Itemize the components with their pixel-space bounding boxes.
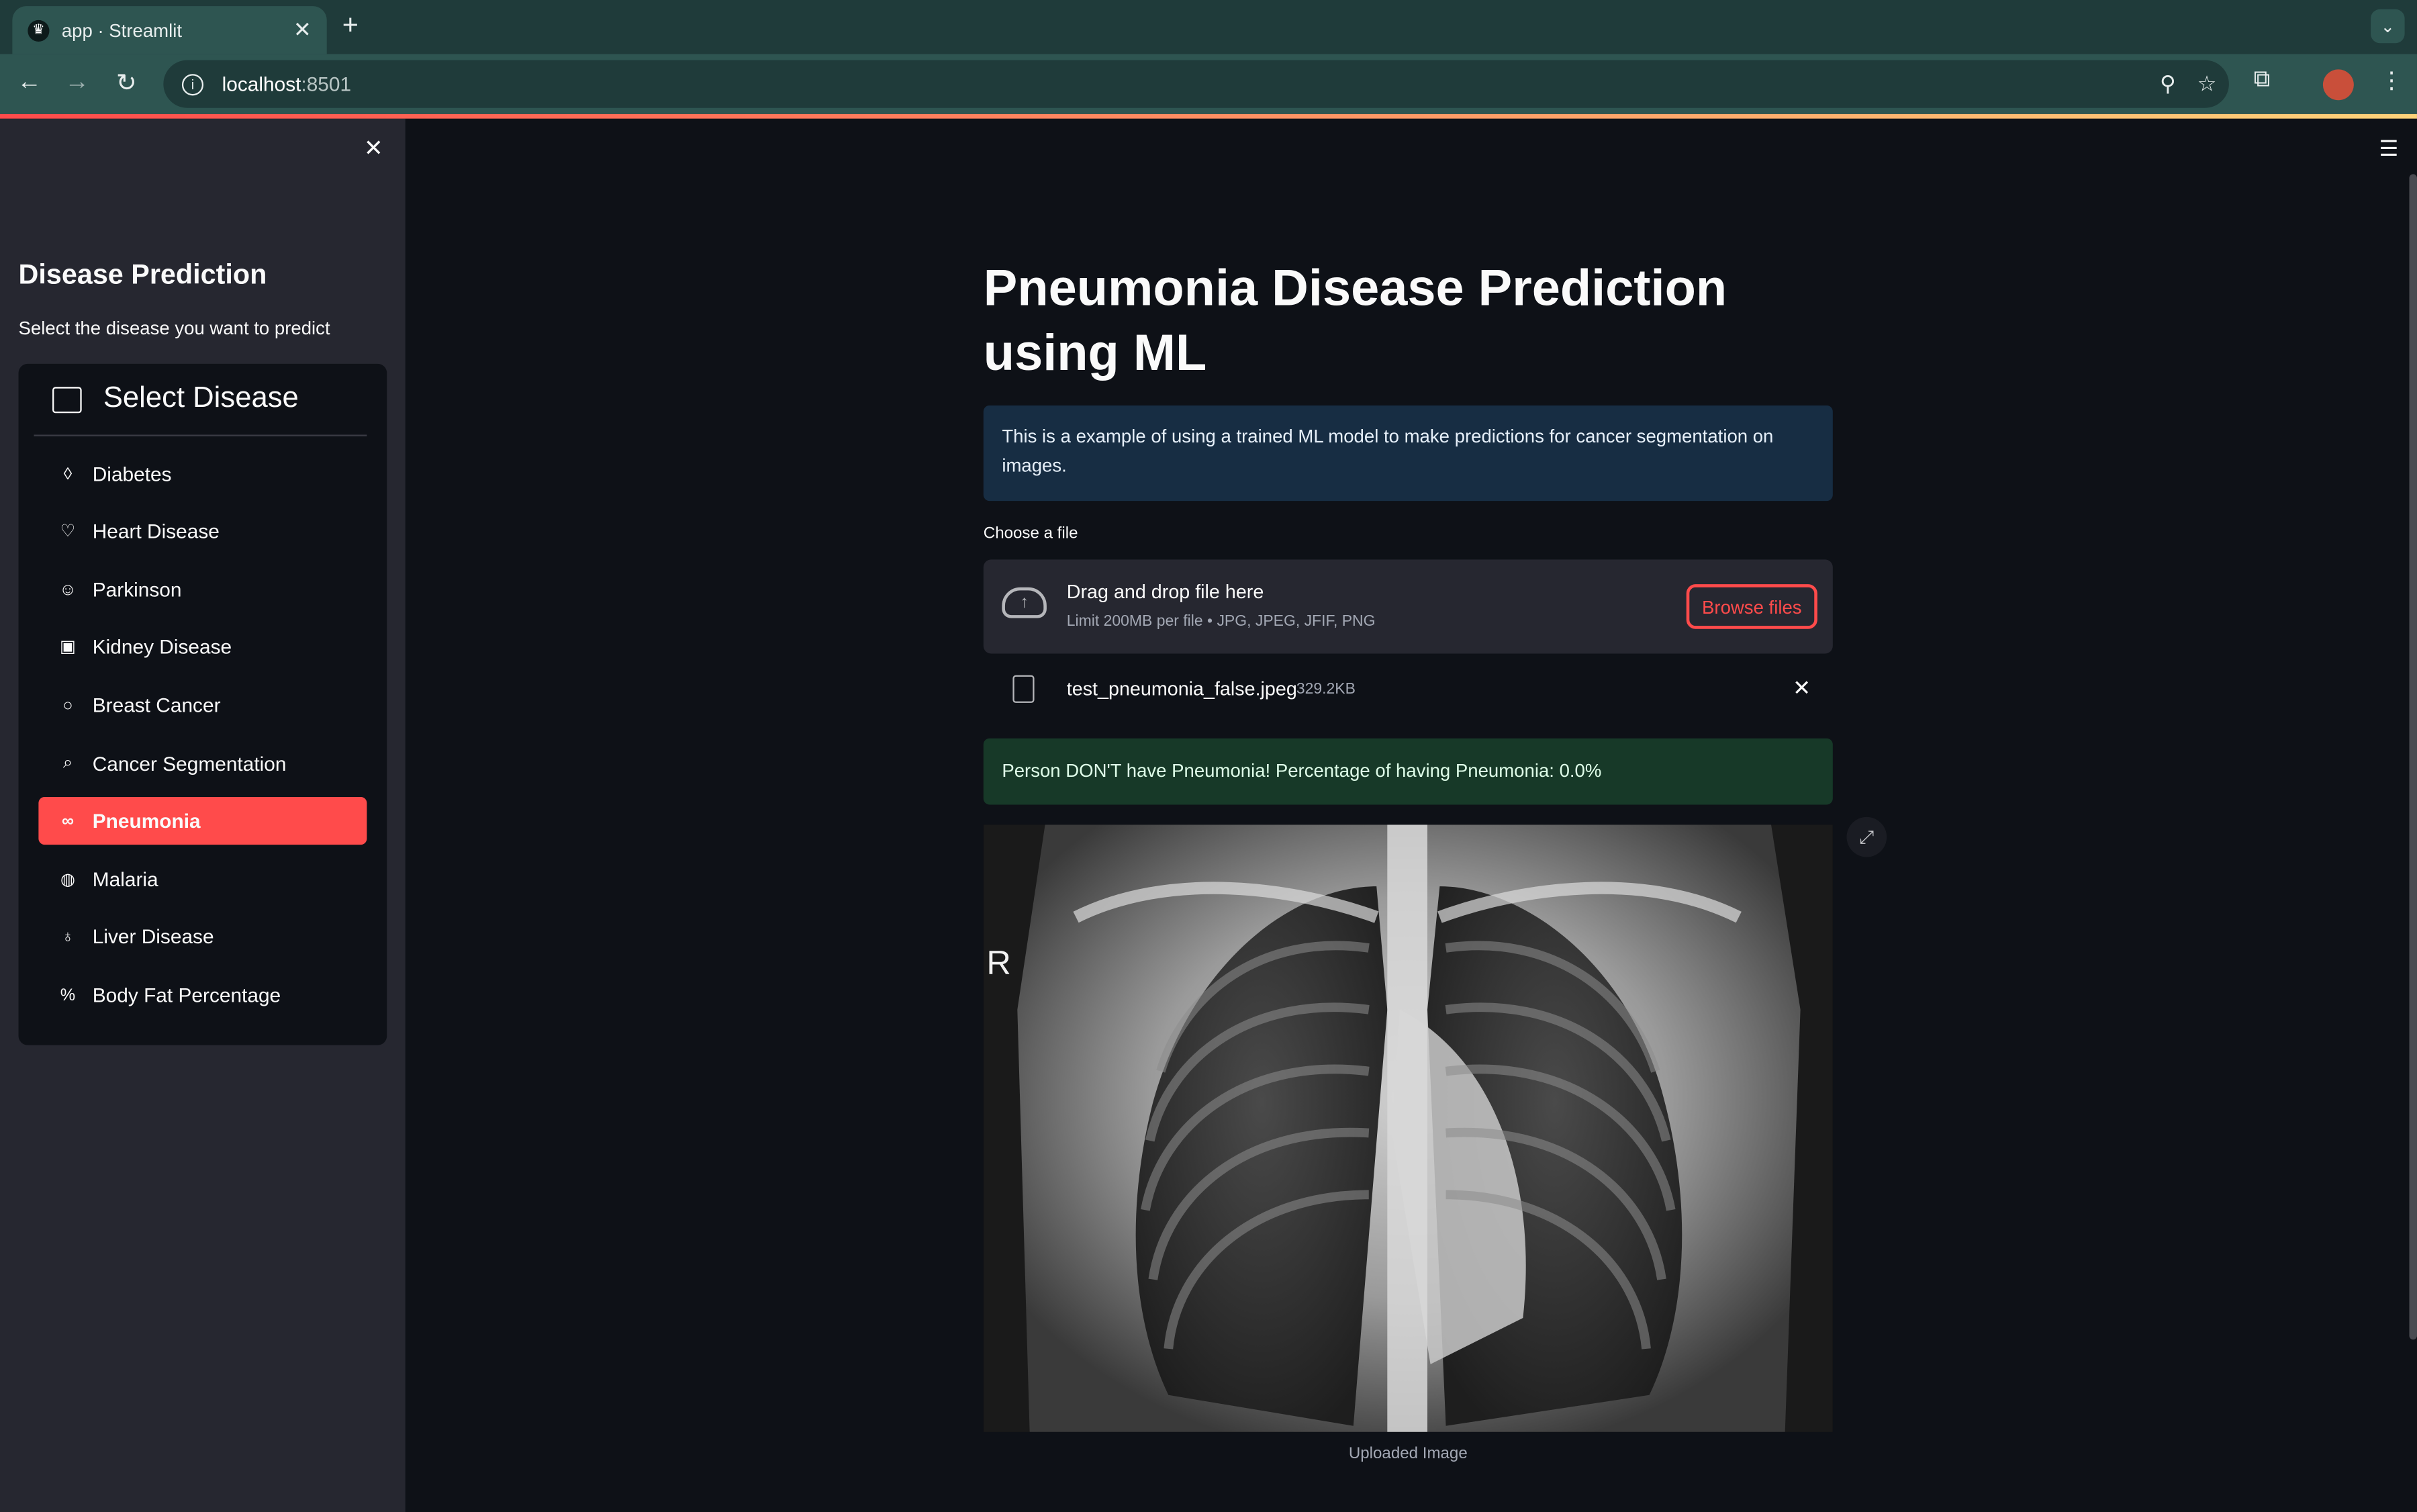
body-icon: ♁ [61, 927, 75, 946]
file-icon [1012, 675, 1035, 703]
sidebar-item-label: Cancer Segmentation [92, 752, 287, 775]
close-sidebar-icon[interactable]: ✕ [364, 134, 383, 162]
chest-xray-illustration: R [983, 824, 1833, 1432]
zoom-icon[interactable]: ⚲ [2160, 71, 2176, 97]
sidebar-item-label: Malaria [92, 867, 158, 892]
sidebar-title: Disease Prediction [18, 258, 267, 290]
disease-option-menu: Select Disease ◊ Diabetes ♡ Heart Disease ☺ P… [18, 363, 387, 1045]
browse-files-button[interactable]: Browse files [1686, 584, 1817, 629]
uploaded-file-row: test_pneumonia_false.jpeg 329.2KB ✕ [984, 665, 1833, 714]
sidebar-item-kidney-disease[interactable]: ▣ Kidney Disease [38, 623, 367, 671]
sidebar: ✕ Disease Prediction Select the disease … [0, 118, 406, 1512]
search-icon: ⌕ [62, 753, 73, 773]
sidebar-item-liver-disease[interactable]: ♁ Liver Disease [38, 912, 367, 960]
droplet-icon: ◊ [63, 465, 73, 483]
bookmark-star-icon[interactable]: ☆ [2197, 71, 2217, 97]
new-tab-icon[interactable]: + [342, 9, 359, 42]
scrollbar[interactable] [2409, 174, 2417, 1340]
list-card-icon [52, 386, 82, 413]
prediction-success-alert: Person DON'T have Pneumonia! Percentage … [983, 738, 1833, 805]
sidebar-item-label: Pneumonia [92, 809, 201, 833]
browser-toolbar: ← → ↻ i localhost:8501 ⚲ ☆ ⧉ ⋮ [0, 54, 2417, 114]
upload-limit-text: Limit 200MB per file • JPG, JPEG, JFIF, … [1066, 613, 1376, 631]
sidebar-item-body-fat-percentage[interactable]: % Body Fat Percentage [38, 971, 367, 1019]
sidebar-item-parkinson[interactable]: ☺ Parkinson [38, 566, 367, 614]
info-alert: This is a example of using a trained ML … [983, 405, 1833, 502]
lungs-icon: ∞ [62, 811, 75, 831]
menu-divider [34, 434, 367, 436]
sidebar-item-malaria[interactable]: ◍ Malaria [38, 855, 367, 903]
heart-icon: ♡ [60, 522, 76, 541]
tab-search-chevron-icon[interactable]: ⌄ [2371, 9, 2405, 44]
back-arrow-icon[interactable]: ← [14, 68, 45, 99]
globe-icon: ◍ [60, 871, 76, 890]
sidebar-item-breast-cancer[interactable]: ○ Breast Cancer [38, 681, 367, 729]
uploaded-xray-image: R [983, 824, 1833, 1432]
file-name: test_pneumonia_false.jpeg [1066, 678, 1297, 700]
sidebar-item-label: Liver Disease [92, 925, 214, 948]
site-info-icon[interactable]: i [181, 73, 204, 95]
profile-avatar[interactable] [2322, 69, 2354, 101]
menu-title: Select Disease [103, 382, 299, 415]
browser-tab-bar: ♛ app · Streamlit ✕ + ⌄ [0, 0, 2417, 54]
url-host: localhost [222, 72, 301, 96]
sidebar-item-heart-disease[interactable]: ♡ Heart Disease [38, 507, 367, 555]
cloud-upload-icon: ↑ [1002, 587, 1047, 618]
sidebar-item-label: Heart Disease [92, 519, 220, 543]
sidebar-item-label: Kidney Disease [92, 634, 232, 659]
file-dropzone[interactable]: ↑ Drag and drop file here Limit 200MB pe… [983, 559, 1833, 654]
browser-tab[interactable]: ♛ app · Streamlit ✕ [12, 6, 327, 54]
award-icon: ○ [62, 696, 73, 715]
sidebar-item-label: Diabetes [92, 462, 172, 486]
address-bar[interactable]: i localhost:8501 ⚲ ☆ [163, 60, 2229, 108]
sidebar-item-diabetes[interactable]: ◊ Diabetes [38, 450, 367, 498]
sidebar-item-label: Parkinson [92, 577, 182, 602]
reload-icon[interactable]: ↻ [111, 68, 142, 99]
close-tab-icon[interactable]: ✕ [293, 17, 312, 43]
extensions-puzzle-icon[interactable]: ⧉ [2254, 66, 2271, 93]
browser-menu-icon[interactable]: ⋮ [2380, 66, 2403, 94]
drag-drop-text: Drag and drop file here [1066, 581, 1264, 603]
image-caption: Uploaded Image [1348, 1444, 1468, 1463]
uploader-label: Choose a file [983, 524, 1078, 543]
forward-arrow-icon[interactable]: → [62, 68, 93, 99]
menu-header: Select Disease [52, 382, 299, 416]
url-port: :8501 [301, 72, 352, 96]
file-size: 329.2KB [1296, 681, 1356, 699]
sidebar-item-cancer-segmentation[interactable]: ⌕ Cancer Segmentation [38, 740, 367, 788]
streamlit-favicon-icon: ♛ [28, 19, 50, 41]
sidebar-item-pneumonia[interactable]: ∞ Pneumonia [38, 796, 367, 845]
fullscreen-expand-icon[interactable]: ⤢ [1846, 816, 1887, 857]
main-content: ☰ Pneumonia Disease Prediction using ML … [405, 118, 2417, 1512]
person-icon: ☺ [59, 580, 77, 599]
sidebar-subtitle: Select the disease you want to predict [18, 317, 330, 340]
percent-icon: % [60, 986, 76, 1004]
tab-title: app · Streamlit [61, 19, 182, 41]
xray-side-marker: R [986, 943, 1010, 982]
sidebar-item-label: Breast Cancer [92, 694, 221, 717]
hamburger-menu-icon[interactable]: ☰ [2379, 136, 2399, 162]
streamlit-header-decoration [0, 113, 2417, 119]
clipboard-icon: ▣ [60, 638, 76, 657]
sidebar-item-label: Body Fat Percentage [92, 983, 281, 1007]
page-title: Pneumonia Disease Prediction using ML [983, 258, 1727, 381]
remove-file-icon[interactable]: ✕ [1793, 675, 1811, 702]
